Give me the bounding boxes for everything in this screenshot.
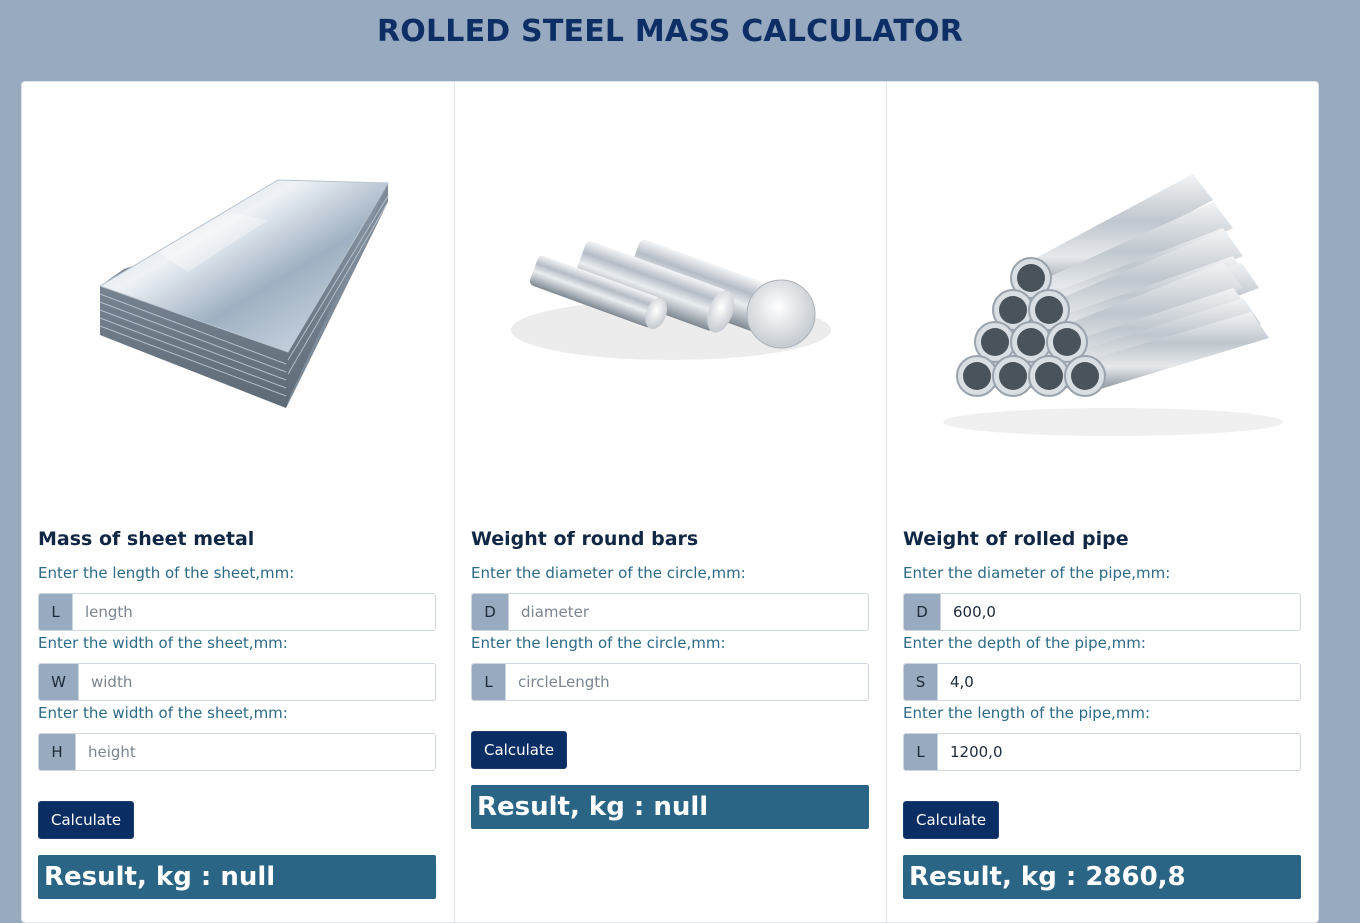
sheet-length-group: L bbox=[38, 593, 436, 631]
bars-length-label: Enter the length of the circle,mm: bbox=[471, 634, 726, 652]
sheet-height-label: Enter the width of the sheet,mm: bbox=[38, 704, 288, 722]
sheet-metal-card: Mass of sheet metal Enter the length of … bbox=[22, 82, 454, 922]
pipe-diameter-group: D bbox=[903, 593, 1301, 631]
bars-card-title: Weight of round bars bbox=[471, 528, 699, 550]
sheet-length-addon: L bbox=[39, 594, 73, 630]
pipe-length-addon: L bbox=[904, 734, 938, 770]
pipe-result: Result, kg : 2860,8 bbox=[903, 855, 1301, 899]
sheet-height-group: H bbox=[38, 733, 436, 771]
pipe-depth-group: S bbox=[903, 663, 1301, 701]
bars-diameter-input[interactable] bbox=[509, 594, 868, 630]
sheet-length-input[interactable] bbox=[73, 594, 435, 630]
pipe-depth-label: Enter the depth of the pipe,mm: bbox=[903, 634, 1146, 652]
bars-diameter-addon: D bbox=[472, 594, 509, 630]
pipe-length-input[interactable] bbox=[938, 734, 1300, 770]
sheet-height-addon: H bbox=[39, 734, 76, 770]
bars-length-input[interactable] bbox=[506, 664, 868, 700]
bars-length-addon: L bbox=[472, 664, 506, 700]
bars-result: Result, kg : null bbox=[471, 785, 869, 829]
bars-length-group: L bbox=[471, 663, 869, 701]
sheet-width-addon: W bbox=[39, 664, 79, 700]
sheet-height-input[interactable] bbox=[76, 734, 435, 770]
bars-calculate-button[interactable]: Calculate bbox=[471, 731, 568, 769]
steel-sheet-stack-image bbox=[98, 179, 389, 408]
sheet-width-label: Enter the width of the sheet,mm: bbox=[38, 634, 288, 652]
calculator-cards: Mass of sheet metal Enter the length of … bbox=[21, 81, 1319, 923]
pipe-length-label: Enter the length of the pipe,mm: bbox=[903, 704, 1151, 722]
sheet-width-input[interactable] bbox=[79, 664, 435, 700]
page-title: ROLLED STEEL MASS CALCULATOR bbox=[376, 14, 964, 49]
sheet-result: Result, kg : null bbox=[38, 855, 436, 899]
pipe-diameter-addon: D bbox=[904, 594, 941, 630]
rolled-pipe-card: Weight of rolled pipe Enter the diameter… bbox=[886, 82, 1318, 922]
pipe-calculate-button[interactable]: Calculate bbox=[903, 801, 1000, 839]
sheet-calculate-button[interactable]: Calculate bbox=[38, 801, 135, 839]
sheet-width-group: W bbox=[38, 663, 436, 701]
pipe-length-group: L bbox=[903, 733, 1301, 771]
pipe-card-title: Weight of rolled pipe bbox=[903, 528, 1129, 550]
bars-diameter-label: Enter the diameter of the circle,mm: bbox=[471, 564, 746, 582]
pipe-stack-image bbox=[943, 174, 1283, 436]
sheet-length-label: Enter the length of the sheet,mm: bbox=[38, 564, 295, 582]
bars-diameter-group: D bbox=[471, 593, 869, 631]
round-bars-image bbox=[511, 239, 831, 360]
round-bars-card: Weight of round bars Enter the diameter … bbox=[454, 82, 886, 922]
pipe-diameter-label: Enter the diameter of the pipe,mm: bbox=[903, 564, 1171, 582]
pipe-depth-addon: S bbox=[904, 664, 938, 700]
sheet-card-title: Mass of sheet metal bbox=[38, 528, 255, 550]
pipe-diameter-input[interactable] bbox=[941, 594, 1300, 630]
pipe-depth-input[interactable] bbox=[938, 664, 1300, 700]
